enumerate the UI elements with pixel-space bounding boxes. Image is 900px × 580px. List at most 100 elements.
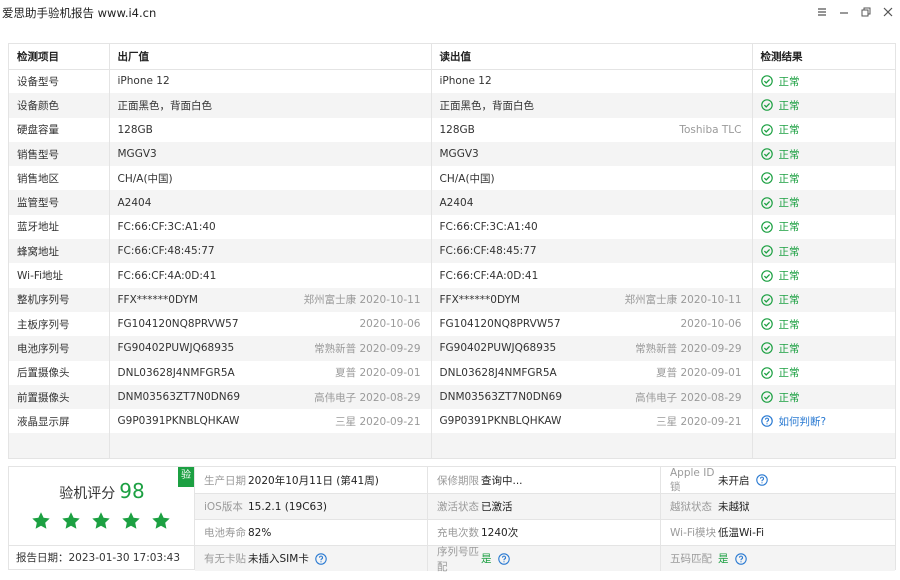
row-factory-value: MGGV3 [109,141,432,167]
row-read-value: FFX******0DYM 郑州富士康 2020-10-11 [431,287,753,312]
check-circle-icon [760,75,773,88]
read-value-note: 高伟电子 2020-08-29 [635,391,742,404]
read-value-text: MGGV3 [439,148,479,161]
restore-icon[interactable] [860,6,872,18]
factory-value-note: 高伟电子 2020-08-29 [314,391,421,404]
row-item-label: 监管型号 [9,190,110,215]
summary-cell: 有无卡贴 未插入SIM卡 [195,546,428,571]
star-icon [61,511,81,531]
row-item-label: 设备型号 [9,69,110,94]
summary-value: 2020年10月11日 (第41周) [248,474,379,487]
summary-value: 已激活 [481,501,513,513]
factory-value-text: CH/A(中国) [117,172,173,185]
factory-value-note: 2020-10-06 [359,318,421,331]
check-circle-icon [760,99,773,112]
result-status-text: 正常 [778,294,800,307]
result-status-text: 正常 [778,124,800,137]
row-read-value: G9P0391PKNBLQHKAW 三星 2020-09-21 [431,409,753,434]
row-item-label: 设备颜色 [9,93,110,118]
help-icon[interactable] [734,552,747,565]
summary-label: 五码匹配 [670,553,712,565]
menu-icon[interactable] [816,6,828,18]
check-circle-icon [760,245,773,258]
summary-label: 生产日期 [204,474,246,487]
summary-row: 生产日期 2020年10月11日 (第41周) 保修期限 查询中... Apple ID… [195,467,895,493]
header-read-value: 读出值 [431,44,753,70]
row-item-label: 整机序列号 [9,287,110,312]
row-item-label: 销售型号 [9,141,110,167]
result-status-text: 正常 [778,342,800,355]
row-result: 正常 [752,190,895,215]
table-row: 设备型号 iPhone 12 iPhone 12 正常 [9,69,895,94]
read-value-text: 128GB [439,123,475,136]
row-factory-value: 正面黑色，背面白色 [109,93,432,118]
star-rating [31,511,171,531]
summary-value: 15.2.1 (19C63) [248,500,327,513]
summary-label: Apple ID锁 [670,466,715,493]
summary-cell: iOS版本 15.2.1 (19C63) [195,494,428,519]
factory-value-text: FC:66:CF:4A:0D:41 [117,269,217,282]
table-row: 整机序列号 FFX******0DYM 郑州富士康 2020-10-11 FFX***… [9,287,895,312]
help-icon[interactable] [755,474,768,486]
check-circle-icon [760,221,773,233]
summary-value: 1240次 [481,527,519,539]
table-row: 电池序列号 FG90402PUWJQ68935 常熟新普 2020-09-29 FG9… [9,336,895,361]
table-row: 设备颜色 正面黑色，背面白色 正面黑色，背面白色 正常 [9,93,895,118]
summary-label: iOS版本 [204,501,243,513]
summary-grid: 生产日期 2020年10月11日 (第41周) 保修期限 查询中... Apple ID… [195,467,895,573]
summary-cell: 序列号匹配是 [428,546,661,573]
question-circle-icon[interactable] [760,415,773,428]
read-value-note: 三星 2020-09-21 [656,415,742,428]
row-result: 正常 [752,287,895,312]
table-row: 蓝牙地址 FC:66:CF:3C:A1:40 FC:66:CF:3C:A1:40 正常 [9,214,895,240]
factory-value-note: 三星 2020-09-21 [335,415,421,428]
read-value-text: FC:66:CF:3C:A1:40 [439,220,538,233]
row-result: 正常 [752,239,895,264]
summary-value: 低温Wi-Fi [718,527,765,539]
row-result: 正常 [752,312,895,336]
factory-value-text: DNM03563ZT7N0DN69 [117,391,241,403]
title-bar: 爱思助手验机报告 www.i4.cn [0,0,900,26]
header-item: 检测项目 [9,44,110,70]
check-circle-icon [760,366,773,379]
check-circle-icon [760,318,773,330]
read-value-text: FC:66:CF:4A:0D:41 [439,269,539,282]
empty-cell [9,433,110,458]
minimize-icon[interactable] [838,6,850,18]
help-icon[interactable] [497,552,510,565]
help-icon[interactable] [315,552,327,565]
row-read-value: 正面黑色，背面白色 [431,93,753,118]
row-result[interactable]: 如何判断? [752,409,895,433]
table-row: 后置摄像头 DNL03628J4NMFGR5A 夏普 2020-09-01 DNL03… [9,360,895,385]
empty-cell [431,433,753,458]
row-read-value: MGGV3 [431,141,753,167]
row-factory-value: A2404 [109,190,432,215]
factory-value-text: DNL03628J4NMFGR5A [117,366,235,379]
factory-value-note: 夏普 2020-09-01 [335,367,421,380]
row-result: 正常 [752,166,895,190]
row-item-label: 销售地区 [9,166,110,191]
factory-value-text: FC:66:CF:3C:A1:40 [117,220,216,233]
row-factory-value: FG104120NQ8PRVW57 2020-10-06 [109,311,432,337]
summary-cell: 保修期限 查询中... [428,467,661,493]
row-factory-value: FC:66:CF:3C:A1:40 [109,214,432,240]
row-factory-value: 128GB [109,117,432,142]
empty-cell [752,433,895,458]
close-icon[interactable] [882,6,894,18]
summary-label: 越狱状态 [670,501,712,513]
summary-value: 查询中... [481,474,523,487]
row-result: 正常 [752,69,895,93]
read-value-text: G9P0391PKNBLQHKAW [439,415,562,428]
row-factory-value: FFX******0DYM 郑州富士康 2020-10-11 [109,287,432,312]
check-circle-icon [760,148,773,160]
row-result: 正常 [752,336,895,361]
row-factory-value: G9P0391PKNBLQHKAW 三星 2020-09-21 [109,409,432,434]
check-circle-icon [760,172,773,185]
summary-label: Wi-Fi模块 [670,527,717,539]
score-label: 验机评分 [59,486,116,502]
factory-value-note: 郑州富士康 2020-10-11 [303,294,421,307]
row-factory-value: FG90402PUWJQ68935 常熟新普 2020-09-29 [109,336,432,361]
how-to-judge-link[interactable]: 如何判断? [779,414,827,429]
table-row: 销售地区 CH/A(中国) CH/A(中国) 正常 [9,166,895,191]
verified-badge: 验 [178,467,194,487]
